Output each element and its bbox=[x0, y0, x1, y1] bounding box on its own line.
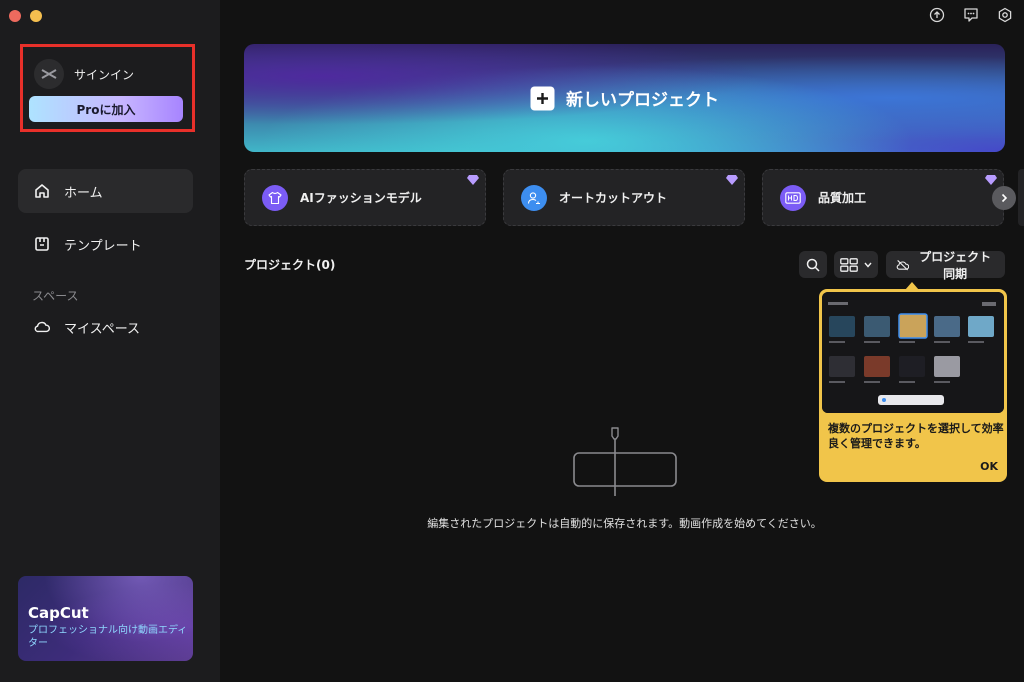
cloud-icon bbox=[34, 319, 50, 335]
plus-icon bbox=[530, 86, 554, 110]
hd-icon bbox=[780, 184, 806, 211]
premium-gem-icon bbox=[467, 175, 479, 185]
sidebar: サインイン Proに加入 ホーム テンプレート スペース マイスペース CapC… bbox=[0, 0, 220, 682]
chevron-right-icon bbox=[1001, 193, 1008, 203]
tooltip-text: 複数のプロジェクトを選択して効率良く管理できます。 bbox=[828, 422, 1004, 450]
join-pro-button[interactable]: Proに加入 bbox=[29, 96, 183, 122]
new-project-button[interactable]: 新しいプロジェクト bbox=[530, 86, 719, 111]
grid-view-icon bbox=[840, 257, 858, 272]
chevron-down-icon bbox=[864, 262, 872, 268]
empty-project-illustration-icon bbox=[573, 427, 677, 496]
card-label: 品質加工 bbox=[818, 191, 867, 205]
feature-card-auto-cutout[interactable]: オートカットアウト bbox=[503, 169, 745, 226]
upload-icon[interactable] bbox=[928, 6, 946, 24]
card-label: オートカットアウト bbox=[559, 191, 668, 205]
card-label: AIファッションモデル bbox=[300, 191, 422, 205]
section-label-space: スペース bbox=[32, 289, 79, 303]
empty-projects-message: 編集されたプロジェクトは自動的に保存されます。動画作成を始めてください。 bbox=[427, 517, 822, 530]
sidebar-item-label: マイスペース bbox=[64, 321, 141, 337]
person-cutout-icon bbox=[521, 184, 547, 211]
capcut-promo-card[interactable]: CapCut プロフェッショナル向け動画エディター bbox=[18, 576, 193, 661]
window-controls bbox=[9, 10, 42, 22]
signin-button[interactable]: サインイン bbox=[34, 59, 134, 89]
template-icon bbox=[34, 236, 50, 252]
multi-select-tooltip: 複数のプロジェクトを選択して効率良く管理できます。 OK bbox=[819, 282, 1007, 482]
sidebar-item-label: ホーム bbox=[64, 185, 103, 201]
carousel-next-button[interactable] bbox=[992, 186, 1016, 210]
next-card-peek bbox=[1018, 169, 1024, 226]
view-toggle-dropdown[interactable] bbox=[834, 251, 878, 278]
top-toolbar bbox=[928, 6, 1014, 24]
tooltip-preview-image bbox=[822, 292, 1004, 413]
signin-label: サインイン bbox=[74, 67, 135, 82]
new-project-banner[interactable]: 新しいプロジェクト bbox=[244, 44, 1005, 152]
feedback-icon[interactable] bbox=[962, 6, 980, 24]
new-project-label: 新しいプロジェクト bbox=[566, 90, 719, 111]
signin-highlight: サインイン Proに加入 bbox=[20, 44, 195, 132]
shirt-icon bbox=[262, 184, 288, 211]
promo-subtitle: プロフェッショナル向け動画エディター bbox=[28, 625, 188, 649]
projects-title: プロジェクト(0) bbox=[244, 258, 336, 272]
close-window-button[interactable] bbox=[9, 10, 21, 22]
feature-card-quality-enhance[interactable]: 品質加工 bbox=[762, 169, 1004, 226]
sidebar-item-my-space[interactable]: マイスペース bbox=[18, 305, 193, 349]
minimize-window-button[interactable] bbox=[30, 10, 42, 22]
cloud-off-icon bbox=[896, 259, 910, 270]
project-sync-button[interactable]: プロジェクト同期 bbox=[886, 250, 1005, 281]
sync-label: プロジェクト同期 bbox=[919, 249, 992, 281]
sidebar-item-home[interactable]: ホーム bbox=[18, 169, 193, 213]
feature-card-ai-fashion-model[interactable]: AIファッションモデル bbox=[244, 169, 486, 226]
settings-icon[interactable] bbox=[996, 6, 1014, 24]
home-icon bbox=[34, 183, 50, 199]
premium-gem-icon bbox=[985, 175, 997, 185]
capcut-logo-icon bbox=[34, 59, 64, 89]
tooltip-ok-button[interactable]: OK bbox=[980, 460, 998, 473]
sidebar-item-label: テンプレート bbox=[64, 238, 142, 254]
search-icon bbox=[806, 258, 820, 272]
premium-gem-icon bbox=[726, 175, 738, 185]
search-button[interactable] bbox=[799, 251, 827, 278]
sidebar-item-templates[interactable]: テンプレート bbox=[18, 222, 193, 266]
promo-title: CapCut bbox=[28, 604, 89, 622]
